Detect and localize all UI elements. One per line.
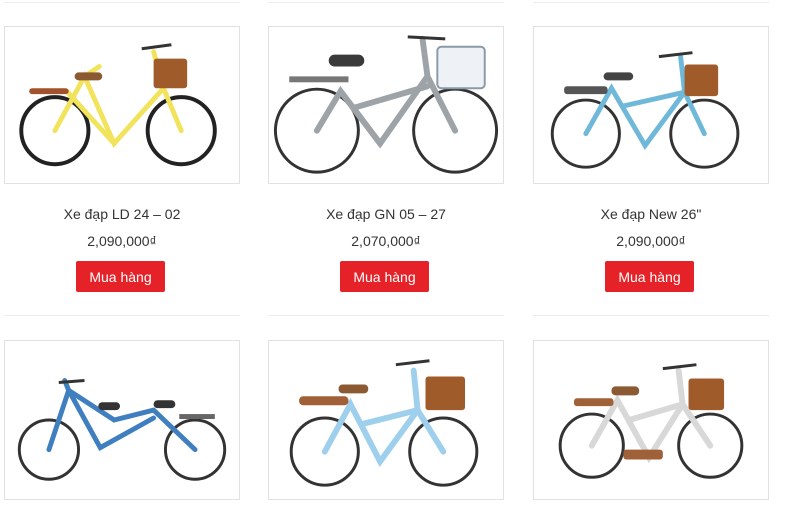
product-name[interactable]: Xe đạp GN 05 – 27 <box>268 206 504 222</box>
top-divider <box>4 2 240 3</box>
bicycle-yellow-basket-icon <box>19 43 217 167</box>
product-image-link[interactable] <box>4 340 240 500</box>
buy-button[interactable]: Mua hàng <box>605 261 694 292</box>
product-image-link[interactable] <box>533 26 769 184</box>
row-divider <box>4 315 240 316</box>
product-image-link[interactable] <box>4 26 240 184</box>
product-price: 2,090,000₫ <box>616 233 686 249</box>
product-name[interactable]: Xe đạp New 26" <box>533 206 769 222</box>
top-divider <box>533 2 769 3</box>
tandem-bicycle-blue-icon <box>17 378 227 481</box>
row-divider <box>533 315 769 316</box>
bicycle-grey-basket-icon <box>273 35 499 174</box>
product-image-link[interactable] <box>268 26 504 184</box>
row-divider <box>268 315 504 316</box>
product-price: 2,070,000₫ <box>351 233 421 249</box>
product-image-link[interactable] <box>268 340 504 500</box>
product-image-link[interactable] <box>533 340 769 500</box>
product-price: 2,090,000₫ <box>87 233 157 249</box>
bicycle-blue-basket-icon <box>550 51 740 169</box>
buy-button[interactable]: Mua hàng <box>76 261 165 292</box>
buy-button[interactable]: Mua hàng <box>340 261 429 292</box>
bicycle-white-basket-icon <box>558 363 744 479</box>
product-name[interactable]: Xe đạp LD 24 – 02 <box>4 206 240 222</box>
bicycle-lightblue-basket-icon <box>289 359 479 487</box>
top-divider <box>268 2 504 3</box>
